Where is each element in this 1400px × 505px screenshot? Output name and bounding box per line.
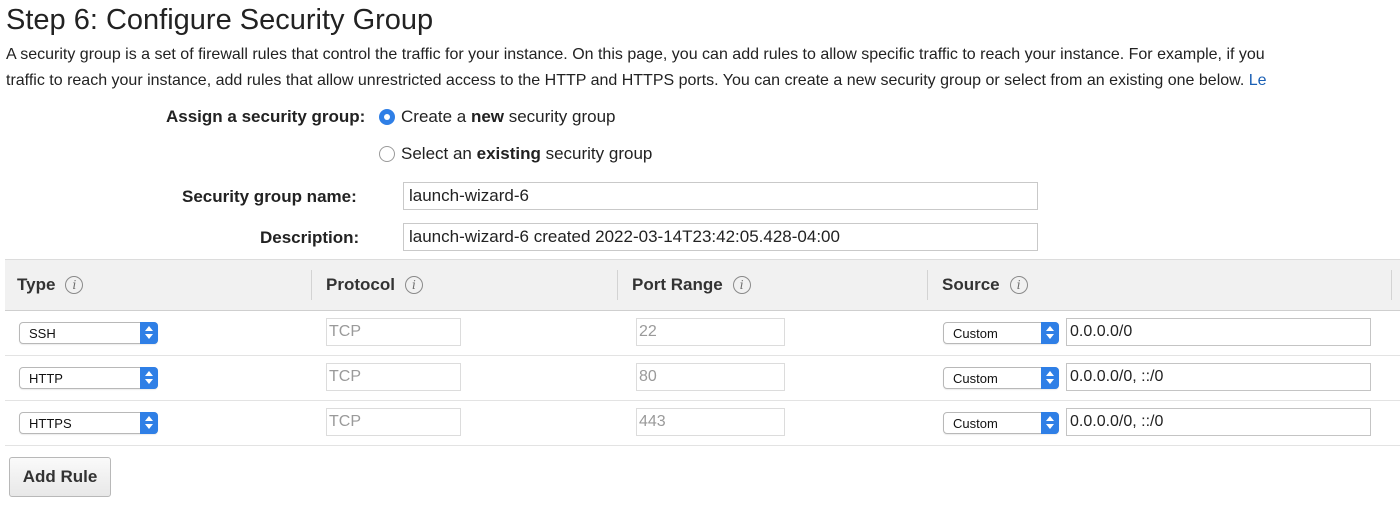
info-icon[interactable]: i [732,276,751,294]
type-select-value: HTTPS [29,416,72,431]
column-divider [927,270,928,300]
description-line-1: A security group is a set of firewall ru… [6,46,1265,63]
description-line-2: traffic to reach your instance, add rule… [6,68,1400,94]
header-type: Type i [17,260,84,310]
column-divider [617,270,618,300]
port-range-field: 22 [636,318,785,346]
header-port-range-label: Port Range [632,275,723,294]
source-cidr-input[interactable]: 0.0.0.0/0, ::/0 [1066,363,1371,391]
radio-existing-label-prefix: Select an [401,144,477,163]
type-select[interactable]: HTTPS [19,412,158,434]
header-port-range: Port Range i [632,260,751,310]
type-select-value: HTTP [29,371,63,386]
header-type-label: Type [17,275,56,294]
select-arrows-icon [1041,322,1059,344]
radio-existing-label-suffix: security group [540,144,653,163]
description-line-2-text: traffic to reach your instance, add rule… [6,72,1245,89]
radio-new-label-prefix: Create a [401,107,471,126]
port-range-field: 80 [636,363,785,391]
table-row: HTTPS TCP 443 Custom 0.0.0.0/0, ::/0 [5,401,1400,446]
radio-create-new-button[interactable] [379,109,395,125]
port-range-field: 443 [636,408,785,436]
assign-security-group-label: Assign a security group: [166,107,366,126]
rules-table-header: Type i Protocol i Port Range i Source i [5,259,1400,311]
description-label: Description: [260,228,360,247]
header-source: Source i [942,260,1028,310]
table-row: SSH TCP 22 Custom 0.0.0.0/0 [5,311,1400,356]
source-mode-select[interactable]: Custom [943,412,1059,434]
source-cidr-input[interactable]: 0.0.0.0/0 [1066,318,1371,346]
radio-select-existing-button[interactable] [379,146,395,162]
protocol-field: TCP [326,408,461,436]
header-protocol-label: Protocol [326,275,395,294]
info-icon[interactable]: i [404,276,423,294]
select-arrows-icon [140,322,158,344]
source-mode-value: Custom [953,416,998,431]
column-divider [1391,270,1392,300]
page-title: Step 6: Configure Security Group [6,4,434,36]
type-select-value: SSH [29,326,56,341]
security-group-name-label: Security group name: [182,187,357,206]
select-arrows-icon [140,367,158,389]
radio-new-label-bold: new [470,107,504,126]
select-arrows-icon [1041,367,1059,389]
info-icon[interactable]: i [65,276,84,294]
column-divider [311,270,312,300]
source-mode-value: Custom [953,326,998,341]
info-icon[interactable]: i [1009,276,1028,294]
source-mode-value: Custom [953,371,998,386]
page-description: A security group is a set of firewall ru… [6,42,1400,94]
type-select[interactable]: HTTP [19,367,158,389]
type-select[interactable]: SSH [19,322,158,344]
learn-more-link[interactable]: Le [1249,72,1267,89]
radio-create-new-group[interactable]: Create a new security group [379,107,616,127]
security-group-name-input[interactable]: launch-wizard-6 [403,182,1038,210]
radio-new-label-suffix: security group [504,107,616,126]
add-rule-button[interactable]: Add Rule [9,457,111,497]
radio-select-existing-group[interactable]: Select an existing security group [379,144,652,164]
table-row: HTTP TCP 80 Custom 0.0.0.0/0, ::/0 [5,356,1400,401]
protocol-field: TCP [326,363,461,391]
protocol-field: TCP [326,318,461,346]
description-input[interactable]: launch-wizard-6 created 2022-03-14T23:42… [403,223,1038,251]
source-mode-select[interactable]: Custom [943,322,1059,344]
source-cidr-input[interactable]: 0.0.0.0/0, ::/0 [1066,408,1371,436]
header-protocol: Protocol i [326,260,423,310]
header-source-label: Source [942,275,1000,294]
select-arrows-icon [140,412,158,434]
select-arrows-icon [1041,412,1059,434]
radio-existing-label-bold: existing [476,144,541,163]
source-mode-select[interactable]: Custom [943,367,1059,389]
